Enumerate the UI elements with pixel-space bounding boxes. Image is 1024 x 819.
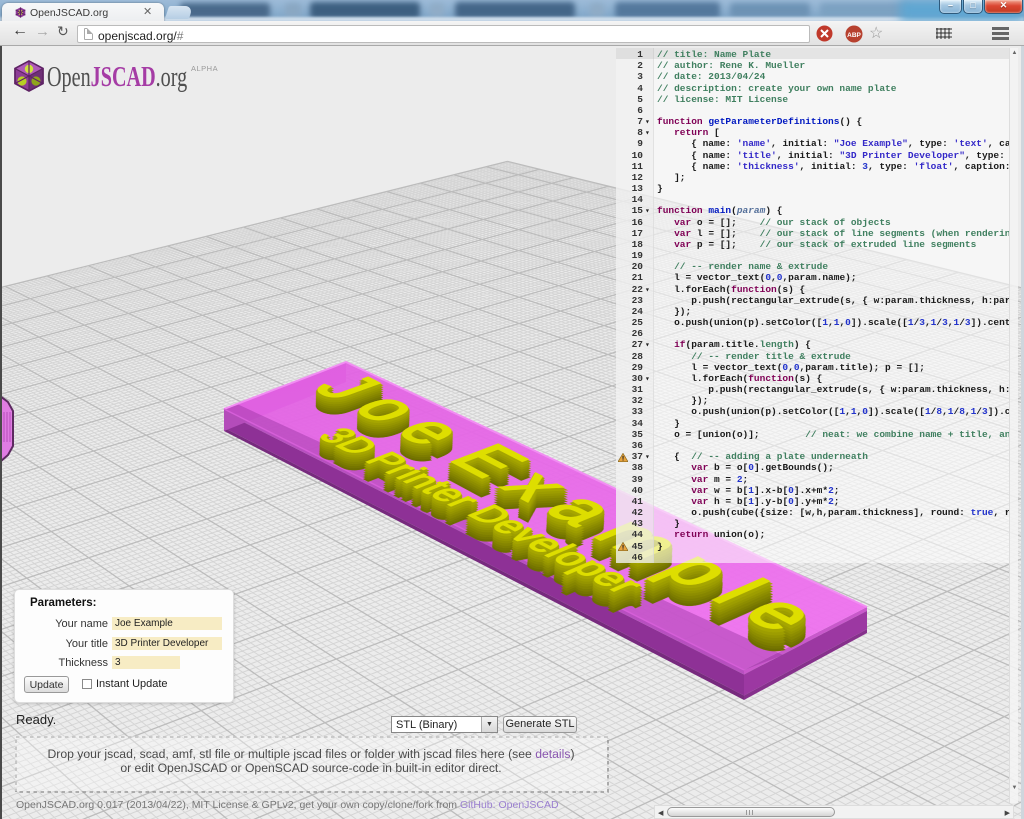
svg-text:ABP: ABP — [847, 32, 861, 39]
